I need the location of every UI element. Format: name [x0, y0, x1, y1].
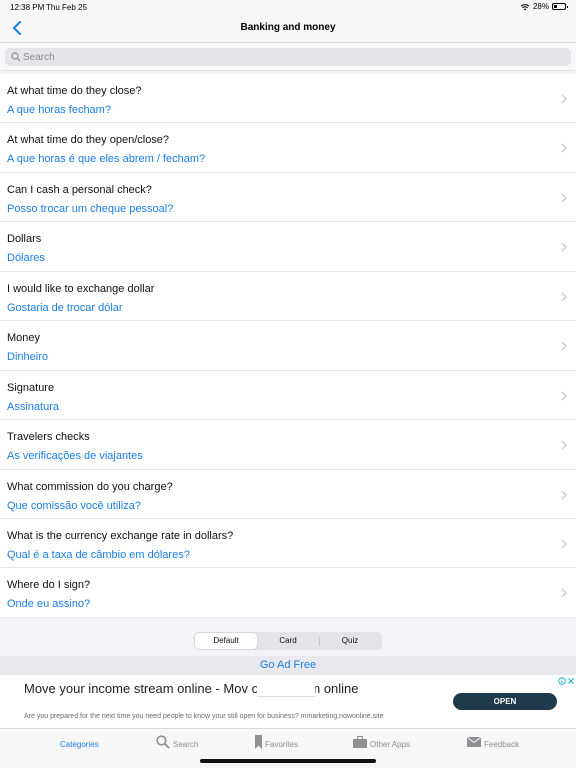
tab-label: Feedback [484, 740, 520, 749]
wifi-icon [520, 3, 530, 10]
tab-favorites[interactable]: Favorites [255, 735, 305, 757]
ad-title[interactable]: Move your income stream online - Mov ome… [24, 681, 444, 697]
phrase-portuguese: A que horas fecham? [7, 104, 111, 116]
ad-description: Are you prepared for the next time you n… [24, 713, 384, 720]
tab-categories[interactable]: Categories [60, 735, 110, 757]
tab-label: Categories [60, 740, 99, 749]
phrase-english: Signature [7, 381, 55, 394]
tab-feedback[interactable]: Feedback [467, 735, 527, 757]
phrase-row[interactable]: Money Dinheiro [0, 321, 576, 371]
ad-banner[interactable]: Move your income stream online - Mov ome… [0, 675, 576, 728]
phrase-portuguese: Gostaria de trocar dólar [7, 301, 123, 314]
search-field[interactable] [5, 48, 571, 66]
status-date: Thu Feb 25 [46, 3, 87, 12]
segment-default[interactable]: Default [195, 633, 257, 649]
phrase-english: I would like to exchange dollar [7, 282, 155, 295]
chevron-right-icon [561, 242, 567, 252]
status-bar: 12:38 PM Thu Feb 25 28% [0, 0, 576, 14]
phrase-portuguese: Onde eu assino? [7, 598, 91, 611]
navigation-bar: Banking and money [0, 14, 576, 43]
tab-label: Search [173, 740, 199, 749]
phrase-portuguese: Dinheiro [7, 351, 48, 364]
ad-info-icon[interactable] [558, 677, 566, 685]
view-mode-segmented-control: Default Card Quiz [194, 632, 382, 650]
tab-label: Other Apps [370, 740, 411, 749]
search-input[interactable] [23, 50, 563, 64]
phrase-portuguese: A que horas é que eles abrem / fecham? [7, 153, 206, 166]
phrase-row[interactable]: What is the currency exchange rate in do… [0, 519, 576, 569]
battery-percent: 28% [532, 2, 549, 11]
phrase-english: Travelers checks [7, 431, 90, 444]
phrase-english: What commission do you charge? [7, 480, 173, 493]
phrase-list: At what time do they close? A que horas … [0, 74, 576, 618]
home-indicator [200, 759, 376, 763]
phrase-row[interactable]: Travelers checks As verificações de viaj… [0, 420, 576, 470]
phrase-english: Dollars [7, 233, 42, 246]
phrase-row[interactable]: Dollars Dólares [0, 222, 576, 272]
chevron-right-icon [561, 341, 567, 351]
chevron-right-icon [561, 391, 567, 401]
phrase-portuguese: Dólares [7, 252, 45, 265]
phrase-row[interactable]: I would like to exchange dollar Gostaria… [0, 272, 576, 322]
search-icon [156, 735, 170, 749]
chevron-right-icon [561, 292, 567, 302]
phrase-row[interactable]: At what time do they open/close? A que h… [0, 123, 576, 173]
chevron-right-icon [561, 588, 567, 598]
segment-area: Default Card Quiz [0, 628, 576, 655]
chevron-right-icon [561, 490, 567, 499]
search-bar [0, 43, 576, 71]
phrase-portuguese: Posso trocar um cheque pessoal? [7, 202, 174, 215]
phrase-row[interactable]: What commission do you charge? Que comis… [0, 470, 576, 519]
phrase-english: Where do I sign? [7, 579, 91, 592]
chevron-right-icon [561, 193, 567, 203]
status-right: 28% [520, 2, 568, 11]
chevron-right-icon [561, 539, 567, 549]
envelope-icon [467, 737, 481, 747]
tab-other-apps[interactable]: Other Apps [353, 735, 413, 757]
chevron-right-icon [561, 94, 567, 104]
tab-search[interactable]: Search [156, 735, 206, 757]
phrase-portuguese: Qual é a taxa de câmbio em dólares? [7, 548, 190, 561]
close-icon[interactable] [567, 677, 575, 685]
phrase-row[interactable]: Signature Assinatura [0, 371, 576, 421]
phrase-row[interactable]: At what time do they close? A que horas … [0, 74, 576, 124]
phrase-english: At what time do they open/close? [7, 134, 170, 147]
segment-card[interactable]: Card [257, 633, 319, 649]
phrase-english: What is the currency exchange rate in do… [7, 529, 234, 542]
phrase-row[interactable]: Where do I sign? Onde eu assino? [0, 568, 576, 618]
page-title: Banking and money [240, 22, 336, 33]
segment-quiz[interactable]: Quiz [319, 633, 381, 649]
bookmark-icon [255, 735, 262, 749]
go-ad-free-button[interactable]: Go Ad Free [0, 656, 576, 675]
chevron-right-icon [561, 144, 567, 153]
briefcase-icon [353, 736, 367, 748]
phrase-row[interactable]: Can I cash a personal check? Posso troca… [0, 173, 576, 223]
search-icon [11, 52, 21, 62]
battery-icon [552, 3, 568, 10]
phrase-portuguese: As verificações de viajantes [7, 450, 143, 463]
phrase-portuguese: Assinatura [7, 400, 59, 413]
tab-label: Favorites [265, 740, 298, 749]
ad-open-button[interactable]: OPEN [453, 693, 557, 710]
phrase-english: At what time do they close? [7, 85, 142, 97]
chevron-right-icon [561, 440, 567, 450]
status-time: 12:38 PM [10, 3, 45, 12]
phrase-english: Can I cash a personal check? [7, 183, 152, 196]
phrase-english: Money [7, 332, 41, 345]
ad-title-mask [257, 680, 315, 697]
phrase-portuguese: Que comissão você utiliza? [7, 499, 141, 512]
